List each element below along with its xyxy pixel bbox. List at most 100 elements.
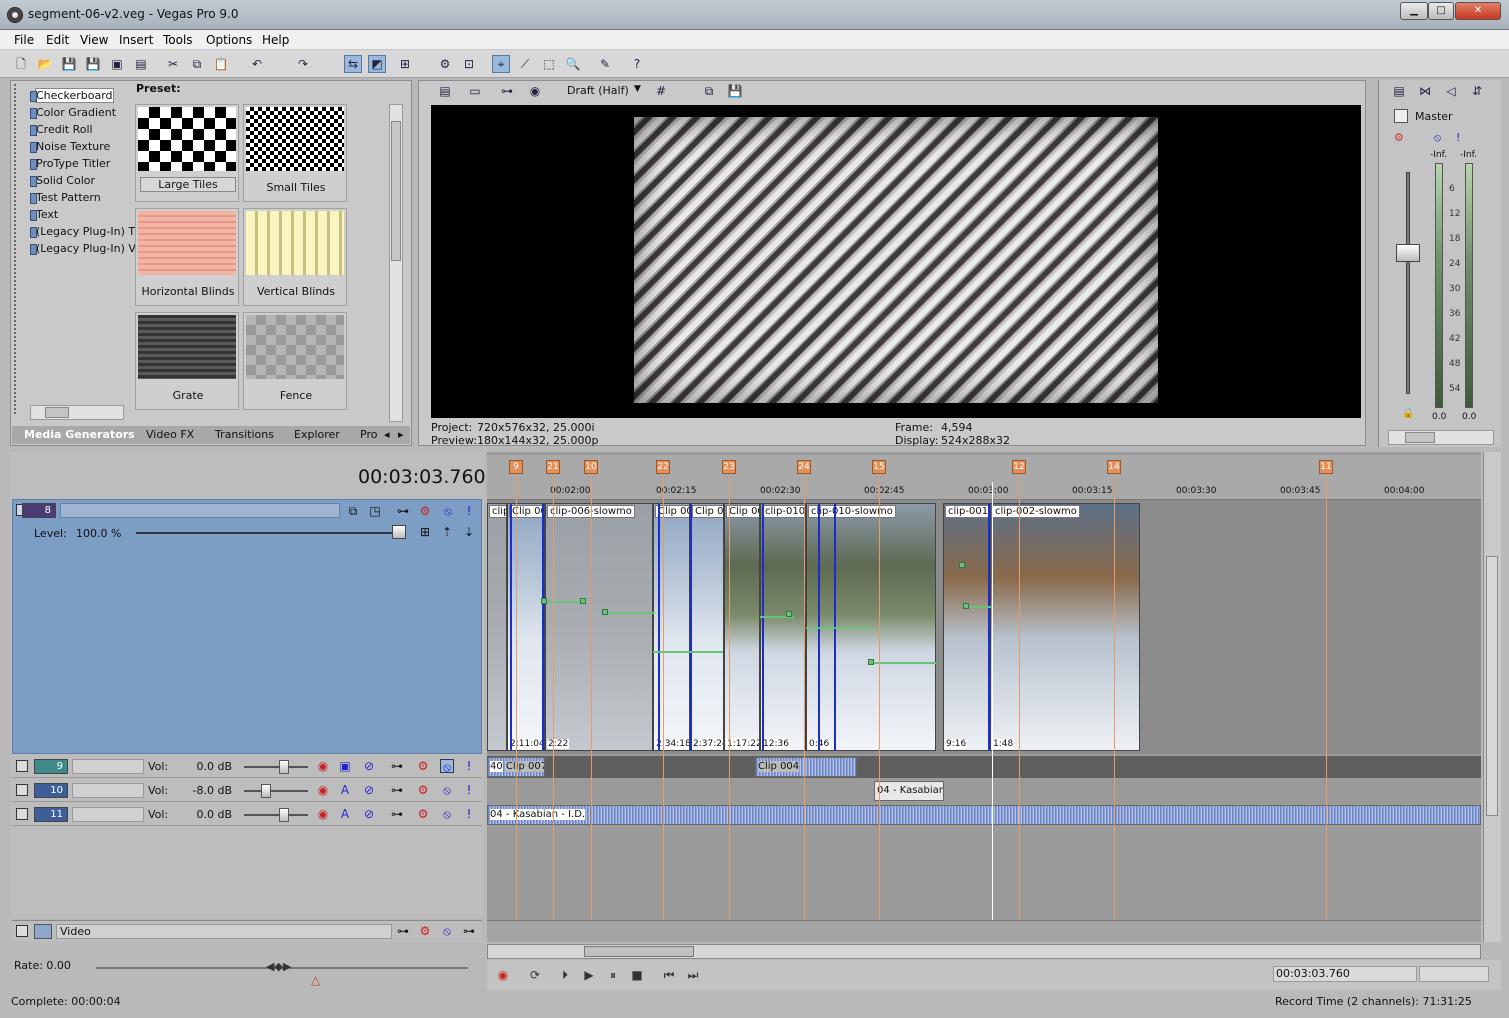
- generator-item[interactable]: Text: [29, 208, 58, 221]
- tab-explorer[interactable]: Explorer: [294, 428, 340, 441]
- track-motion-icon[interactable]: ⊶: [396, 504, 410, 518]
- audio-event[interactable]: 04 - Kasabian: [874, 781, 944, 801]
- generator-item[interactable]: (Legacy Plug-In) V: [30, 242, 136, 255]
- bus-mute-icon[interactable]: ⦸: [440, 924, 454, 938]
- downmix-icon[interactable]: ⋈: [1416, 82, 1434, 100]
- timeline-vscrollbar[interactable]: [1483, 452, 1501, 942]
- tabs-scroll-right-icon[interactable]: ▸: [398, 428, 404, 441]
- video-event[interactable]: clip-006-slowmo2:22: [545, 503, 653, 751]
- vol-slider[interactable]: [244, 784, 308, 798]
- play-icon[interactable]: ▶: [581, 967, 597, 983]
- app-icon[interactable]: [7, 7, 23, 23]
- menu-tools[interactable]: Tools: [163, 33, 193, 47]
- go-to-start-icon[interactable]: ⏮: [661, 967, 677, 983]
- copy-icon[interactable]: ⧉: [188, 55, 206, 73]
- track-fx-icon[interactable]: ⚙: [416, 807, 430, 821]
- menu-file[interactable]: File: [14, 33, 34, 47]
- minimize-track-icon[interactable]: [16, 760, 28, 772]
- preview-quality-select[interactable]: Draft (Half): [567, 84, 629, 97]
- solo-icon[interactable]: !: [462, 807, 476, 821]
- video-event[interactable]: Clip 00 2:37:24: [690, 503, 724, 751]
- snapping-icon[interactable]: ⊡: [460, 55, 478, 73]
- overlays-icon[interactable]: ◉: [526, 82, 544, 100]
- track-panning-icon[interactable]: ⊶: [390, 807, 404, 821]
- paint-icon[interactable]: ✎: [596, 55, 614, 73]
- generator-item[interactable]: Test Pattern: [30, 191, 101, 204]
- phase-invert-icon[interactable]: ▣: [338, 759, 352, 773]
- undo-icon[interactable]: ↶: [248, 55, 266, 73]
- generator-item[interactable]: (Legacy Plug-In) T: [29, 225, 135, 238]
- chevron-down-icon[interactable]: ▼: [634, 84, 641, 94]
- marker[interactable]: 9: [509, 460, 523, 474]
- lock-envelopes-icon[interactable]: ◩: [368, 55, 386, 73]
- track-name-field[interactable]: [72, 783, 144, 798]
- marker[interactable]: 21: [546, 460, 560, 474]
- tab-video-fx[interactable]: Video FX: [146, 428, 194, 441]
- composite-mode-icon[interactable]: ⧉: [346, 504, 360, 518]
- pause-icon[interactable]: ⏸: [605, 967, 621, 983]
- bus-fx-icon[interactable]: ⚙: [418, 924, 432, 938]
- preset-grate[interactable]: Grate: [135, 312, 239, 410]
- master-mute-icon[interactable]: ⦸: [1434, 131, 1441, 145]
- mute-icon[interactable]: ⦸: [440, 807, 454, 821]
- envelope-point[interactable]: [959, 562, 965, 568]
- render-icon[interactable]: ▣: [108, 55, 126, 73]
- generator-item[interactable]: Checkerboard: [30, 88, 114, 103]
- mute-icon[interactable]: ⦸: [440, 783, 454, 797]
- envelope-point[interactable]: [963, 603, 969, 609]
- envelope-point[interactable]: [602, 609, 608, 615]
- marker[interactable]: 14: [1107, 460, 1121, 474]
- solo-icon[interactable]: !: [462, 759, 476, 773]
- bus-panning-icon[interactable]: ⊶: [462, 924, 476, 938]
- expand-keyframes-icon[interactable]: ⊞: [418, 525, 432, 539]
- play-from-start-icon[interactable]: ⏵: [557, 967, 573, 983]
- stop-icon[interactable]: ■: [629, 967, 645, 983]
- audio-track-9[interactable]: 9 Vol: 0.0 dB ◉ ▣ ⊘ ⊶ ⚙ ⦸ !: [12, 756, 482, 778]
- video-event[interactable]: clip-001- 9:16: [943, 503, 990, 751]
- playhead-cursor[interactable]: [992, 482, 993, 942]
- generator-item[interactable]: Solid Color: [29, 174, 95, 187]
- preset-fence[interactable]: Fence: [243, 312, 347, 410]
- vol-slider[interactable]: [244, 808, 308, 822]
- selection-length-field[interactable]: [1419, 966, 1489, 982]
- bus-motion-icon[interactable]: ⊶: [396, 924, 410, 938]
- crossfade-icon[interactable]: ⚙: [436, 55, 454, 73]
- mixer-properties-icon[interactable]: ▤: [1390, 82, 1408, 100]
- menu-view[interactable]: View: [80, 33, 108, 47]
- menu-edit[interactable]: Edit: [46, 33, 69, 47]
- close-button[interactable]: ✕: [1455, 2, 1501, 20]
- copy-snapshot-icon[interactable]: ⧉: [700, 82, 718, 100]
- preview-properties-icon[interactable]: ▤: [436, 82, 454, 100]
- open-icon[interactable]: 📂: [36, 55, 54, 73]
- mixer-hscrollbar[interactable]: [1388, 430, 1494, 445]
- preset-horizontal-blinds[interactable]: Horizontal Blinds: [135, 208, 239, 306]
- save-snapshot-icon[interactable]: 💾: [726, 82, 744, 100]
- tab-pro[interactable]: Pro: [360, 428, 377, 441]
- panel-grip[interactable]: [14, 84, 22, 414]
- marker[interactable]: 23: [722, 460, 736, 474]
- mute-icon[interactable]: ⦸: [441, 504, 455, 518]
- master-fx-icon[interactable]: ⚙: [1394, 131, 1404, 144]
- tab-media-generators[interactable]: Media Generators: [24, 428, 135, 441]
- automation-a-icon[interactable]: A: [338, 783, 352, 797]
- tabs-scroll-left-icon[interactable]: ◂: [384, 428, 390, 441]
- track-name-field[interactable]: [72, 807, 144, 822]
- lock-icon[interactable]: 🔒: [1402, 408, 1414, 419]
- track-fx-icon[interactable]: ⚙: [416, 759, 430, 773]
- vol-slider-knob[interactable]: [261, 784, 272, 798]
- preset-small-tiles[interactable]: Small Tiles: [243, 104, 347, 202]
- record-icon[interactable]: ◉: [495, 967, 511, 983]
- audio-track-10[interactable]: 10 Vol: -8.0 dB ◉ A ⊘ ⊶ ⚙ ⦸ !: [12, 780, 482, 802]
- generator-item[interactable]: Noise Texture: [29, 140, 110, 153]
- level-slider[interactable]: [136, 532, 406, 534]
- video-bus-track[interactable]: Video ⊶ ⚙ ⦸ ⊶: [12, 920, 482, 942]
- generator-item[interactable]: ProType Titler: [29, 157, 110, 170]
- track-panning-icon[interactable]: ⊶: [390, 783, 404, 797]
- marker[interactable]: 15: [872, 460, 886, 474]
- minimize-track-icon[interactable]: [16, 784, 28, 796]
- video-event[interactable]: clip: [487, 503, 507, 751]
- whats-this-icon[interactable]: ?: [628, 55, 646, 73]
- vol-slider-knob[interactable]: [278, 760, 289, 774]
- master-fader-track[interactable]: [1406, 172, 1410, 394]
- solo-icon[interactable]: !: [462, 504, 476, 518]
